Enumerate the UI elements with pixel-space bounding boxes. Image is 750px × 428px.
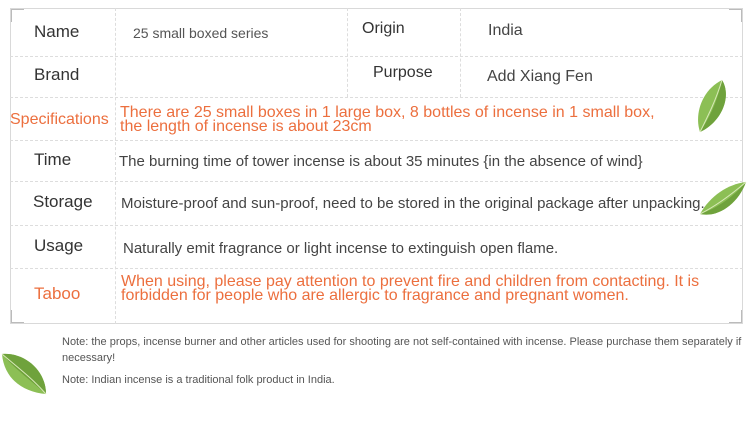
storage-label: Storage bbox=[33, 192, 93, 211]
corner-decoration bbox=[11, 9, 24, 22]
note-origin: Note: Indian incense is a traditional fo… bbox=[62, 374, 335, 386]
origin-label: Origin bbox=[362, 20, 405, 37]
specifications-label: Specifications bbox=[10, 111, 109, 128]
row-divider bbox=[10, 181, 743, 182]
name-label: Name bbox=[34, 22, 80, 41]
purpose-value: Add Xiang Fen bbox=[487, 68, 593, 85]
row-divider bbox=[10, 268, 743, 269]
purpose-label: Purpose bbox=[373, 64, 433, 81]
brand-label: Brand bbox=[34, 65, 80, 84]
leaf-icon bbox=[699, 181, 747, 215]
taboo-line-2: forbidden for people who are allergic to… bbox=[121, 287, 629, 304]
time-label: Time bbox=[34, 150, 72, 169]
taboo-label: Taboo bbox=[34, 284, 81, 303]
note-props: Note: the props, incense burner and othe… bbox=[62, 336, 742, 364]
corner-decoration bbox=[729, 310, 742, 323]
row-divider bbox=[10, 225, 743, 226]
column-divider bbox=[115, 8, 116, 324]
row-divider bbox=[10, 56, 743, 57]
leaf-icon bbox=[698, 79, 726, 133]
column-divider bbox=[460, 8, 461, 97]
corner-decoration bbox=[729, 9, 742, 22]
storage-value: Moisture-proof and sun-proof, need to be… bbox=[121, 195, 705, 212]
row-divider bbox=[10, 140, 743, 141]
column-divider bbox=[347, 8, 348, 97]
usage-value: Naturally emit fragrance or light incens… bbox=[123, 240, 559, 257]
row-divider bbox=[10, 97, 743, 98]
leaf-icon bbox=[1, 353, 47, 395]
time-value: The burning time of tower incense is abo… bbox=[119, 153, 643, 170]
specifications-value: There are 25 small boxes in 1 large box,… bbox=[120, 105, 680, 135]
name-value: 25 small boxed series bbox=[133, 25, 269, 41]
origin-value: India bbox=[488, 22, 523, 39]
taboo-value: When using, please pay attention to prev… bbox=[121, 274, 731, 304]
specifications-line-2: the length of incense is about 23cm bbox=[120, 118, 372, 135]
usage-label: Usage bbox=[34, 236, 84, 255]
corner-decoration bbox=[11, 310, 24, 323]
